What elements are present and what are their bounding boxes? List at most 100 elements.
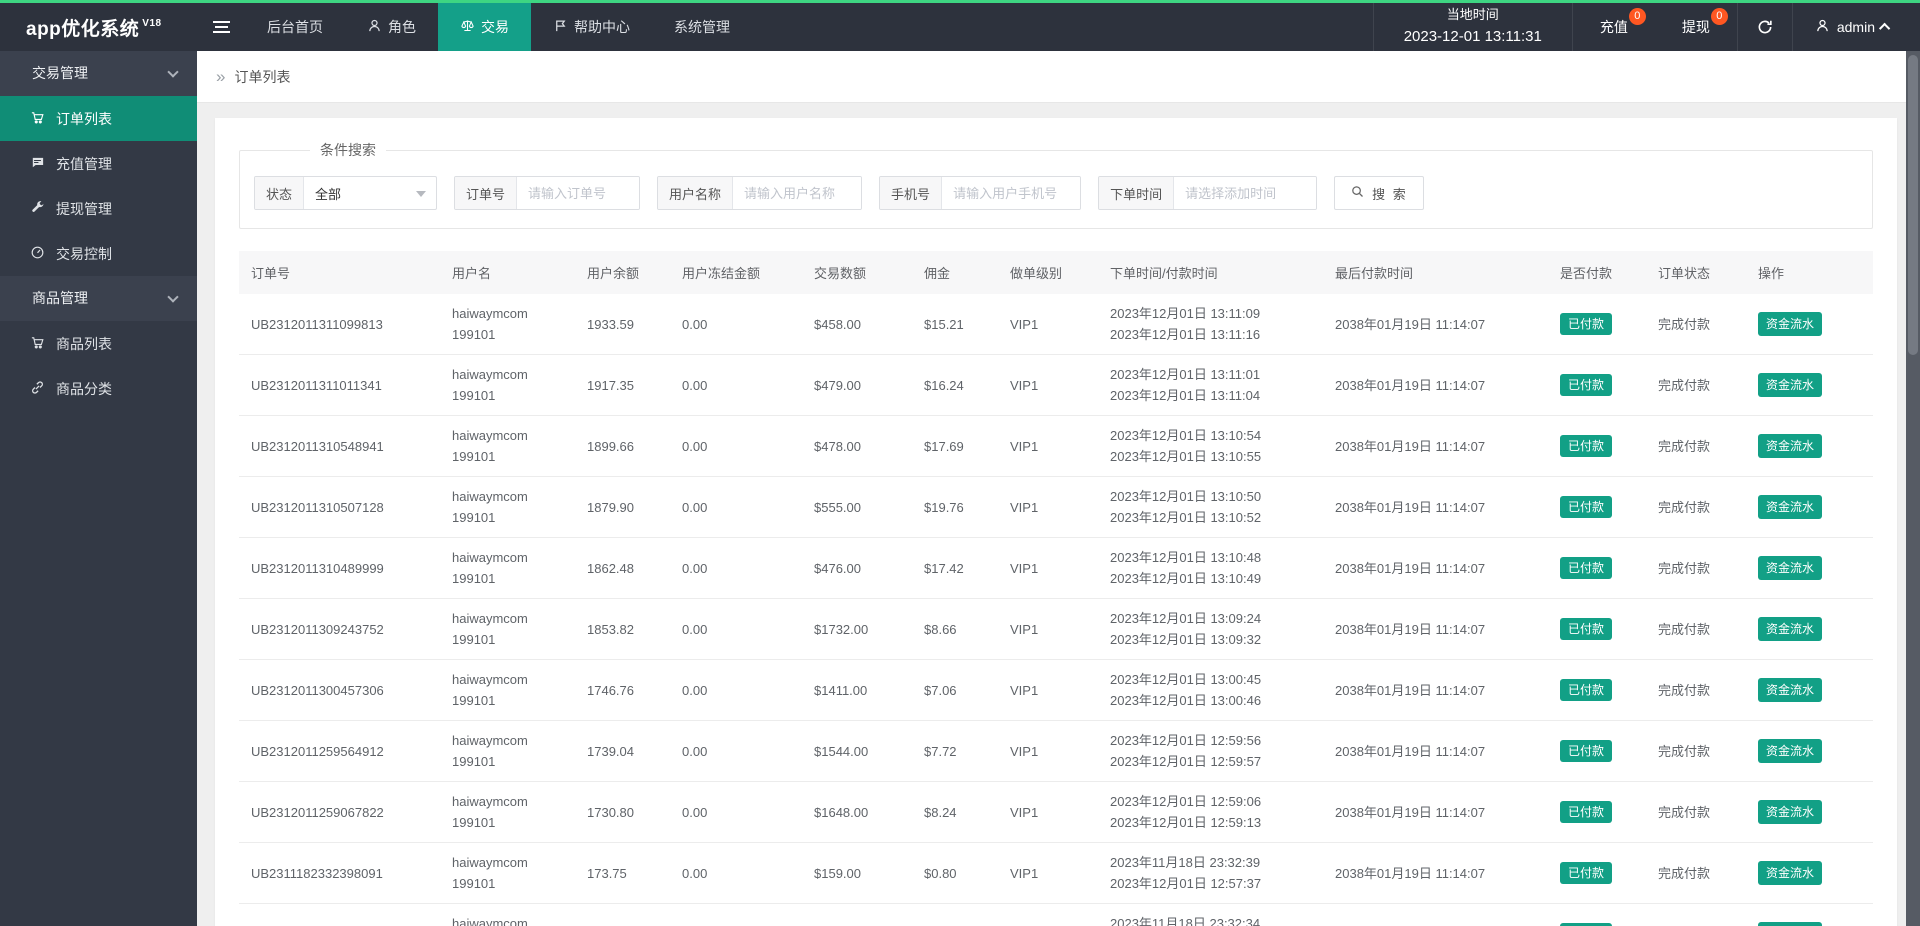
nav-label: 交易 (481, 19, 509, 35)
cell-level: VIP1 (1002, 781, 1102, 843)
username-line1: haiwaymcom (452, 550, 528, 565)
username-filter-group: 用户名称 (657, 176, 863, 210)
sidebar-item-trade-control[interactable]: 交易控制 (0, 231, 197, 276)
table-row: UB2312011259564912 haiwaymcom 199101 173… (239, 720, 1873, 782)
cell-order-time: 2023年12月01日 13:11:09 2023年12月01日 13:11:1… (1102, 294, 1327, 355)
cell-actions: 资金流水 (1750, 476, 1873, 538)
fund-flow-button[interactable]: 资金流水 (1758, 861, 1823, 885)
refresh-icon[interactable] (1736, 3, 1792, 51)
pay-time: 2023年12月01日 12:57:37 (1110, 876, 1262, 891)
sidebar-item-label: 交易控制 (56, 245, 112, 262)
fund-flow-button[interactable]: 资金流水 (1758, 739, 1823, 763)
fund-flow-button[interactable]: 资金流水 (1758, 434, 1823, 458)
phone-input[interactable] (942, 177, 1081, 209)
cell-last-pay-time: 2038年01月19日 11:14:07 (1327, 476, 1552, 538)
cell-order-no: UB2312011259067822 (239, 781, 444, 843)
nav-item-trade[interactable]: 交易 (438, 3, 531, 51)
paid-badge: 已付款 (1560, 435, 1613, 457)
cell-actions: 资金流水 (1750, 720, 1873, 782)
cell-commission: $17.69 (916, 415, 1002, 477)
col-username: 用户名 (444, 251, 579, 294)
cell-last-pay-time: 2038年01月19日 11:14:07 (1327, 294, 1552, 355)
nav-item-system[interactable]: 系统管理 (652, 3, 752, 51)
scrollbar-thumb[interactable] (1908, 55, 1918, 355)
vertical-scrollbar[interactable] (1906, 51, 1920, 926)
breadcrumb: » 订单列表 (197, 51, 1906, 103)
withdraw-button[interactable]: 提现 0 (1655, 3, 1737, 51)
cell-paid: 已付款 (1552, 720, 1650, 782)
status-select[interactable]: 全部 (304, 177, 436, 209)
search-panel-legend: 条件搜索 (320, 142, 376, 158)
sidebar-item-product-category[interactable]: 商品分类 (0, 366, 197, 411)
fund-flow-button[interactable]: 资金流水 (1758, 617, 1823, 641)
sidebar-item-product-list[interactable]: 商品列表 (0, 321, 197, 366)
cell-last-pay-time: 2038年01月19日 11:14:07 (1327, 903, 1552, 926)
cell-last-pay-time: 2038年01月19日 11:14:07 (1327, 659, 1552, 721)
sidebar-item-order-list[interactable]: 订单列表 (0, 96, 197, 141)
nav-item-help[interactable]: 帮助中心 (531, 3, 652, 51)
cell-order-time: 2023年12月01日 13:11:01 2023年12月01日 13:11:0… (1102, 354, 1327, 416)
fund-flow-button[interactable]: 资金流水 (1758, 373, 1823, 397)
col-order-time: 下单时间/付款时间 (1102, 251, 1327, 294)
username-line2: 199101 (452, 571, 496, 586)
cell-amount: $476.00 (806, 537, 916, 599)
username-line2: 199101 (452, 754, 496, 769)
sidebar-item-label: 商品分类 (56, 380, 112, 397)
cell-commission: $0.80 (916, 842, 1002, 904)
username-line1: haiwaymcom (452, 611, 528, 626)
col-balance: 用户余额 (579, 251, 674, 294)
recharge-button[interactable]: 充值 0 (1571, 3, 1655, 51)
caret-down-icon (416, 191, 427, 197)
order-time-input[interactable] (1174, 177, 1317, 209)
sidebar-group-trade-management[interactable]: 交易管理 (0, 51, 197, 96)
cell-paid: 已付款 (1552, 354, 1650, 416)
admin-menu[interactable]: admin (1791, 3, 1920, 51)
cell-status: 完成付款 (1650, 598, 1750, 660)
phone-filter-group: 手机号 (879, 176, 1082, 210)
table-row: UB2312011311011341 haiwaymcom 199101 191… (239, 354, 1873, 416)
cell-order-no: UB2312011310548941 (239, 415, 444, 477)
cell-last-pay-time: 2038年01月19日 11:14:07 (1327, 537, 1552, 599)
username-input[interactable] (733, 177, 862, 209)
cell-frozen: 0.00 (674, 720, 806, 782)
cell-balance: 173.75 (579, 842, 674, 904)
chevron-down-icon (167, 291, 179, 303)
cell-last-pay-time: 2038年01月19日 11:14:07 (1327, 781, 1552, 843)
cell-actions: 资金流水 (1750, 842, 1873, 904)
cell-level: VIP1 (1002, 842, 1102, 904)
fund-flow-button[interactable]: 资金流水 (1758, 312, 1823, 336)
order-time-label: 下单时间 (1099, 177, 1175, 209)
cell-commission: $15.21 (916, 294, 1002, 355)
fund-flow-button[interactable]: 资金流水 (1758, 800, 1823, 824)
col-actions: 操作 (1750, 251, 1873, 294)
cell-last-pay-time: 2038年01月19日 11:14:07 (1327, 598, 1552, 660)
sidebar-group-product-management[interactable]: 商品管理 (0, 276, 197, 321)
pay-time: 2023年12月01日 13:11:16 (1110, 327, 1261, 342)
fund-flow-button[interactable]: 资金流水 (1758, 922, 1823, 926)
sidebar-item-withdraw-management[interactable]: 提现管理 (0, 186, 197, 231)
cell-order-time: 2023年12月01日 13:09:24 2023年12月01日 13:09:3… (1102, 598, 1327, 660)
cell-level: VIP1 (1002, 415, 1102, 477)
withdraw-badge: 0 (1710, 8, 1728, 25)
nav-item-dashboard[interactable]: 后台首页 (245, 3, 345, 51)
nav-item-roles[interactable]: 角色 (345, 3, 438, 51)
local-time: 当地时间 2023-12-01 13:11:31 (1372, 3, 1572, 51)
fund-flow-button[interactable]: 资金流水 (1758, 556, 1823, 580)
cell-paid: 已付款 (1552, 659, 1650, 721)
fund-flow-button[interactable]: 资金流水 (1758, 495, 1823, 519)
order-time: 2023年11月18日 23:32:39 (1110, 855, 1261, 870)
cell-frozen: 0.00 (674, 537, 806, 599)
username-line2: 199101 (452, 815, 496, 830)
status-label: 状态 (255, 177, 305, 209)
withdraw-label: 提现 (1681, 19, 1710, 35)
topbar-right: 当地时间 2023-12-01 13:11:31 充值 0 提现 0 admin (1372, 3, 1920, 51)
cell-level: VIP1 (1002, 598, 1102, 660)
cell-frozen: 0.00 (674, 903, 806, 926)
paid-badge: 已付款 (1560, 618, 1613, 640)
username-line1: haiwaymcom (452, 733, 528, 748)
sidebar-item-recharge-management[interactable]: 充值管理 (0, 141, 197, 186)
fund-flow-button[interactable]: 资金流水 (1758, 678, 1823, 702)
search-button[interactable]: 搜 索 (1334, 176, 1424, 210)
menu-toggle-icon[interactable] (197, 3, 245, 51)
order-no-input[interactable] (517, 177, 640, 209)
